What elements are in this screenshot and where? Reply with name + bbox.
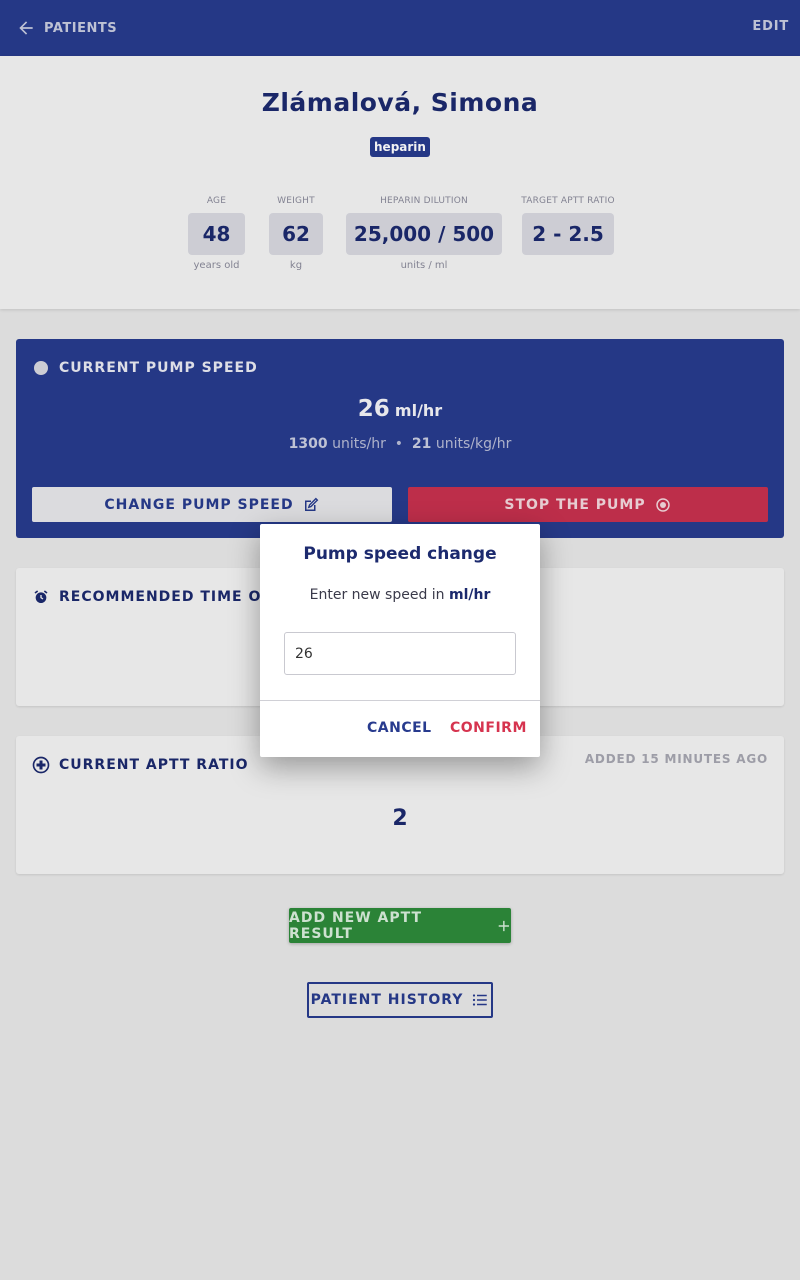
- dialog-message-unit: ml/hr: [449, 587, 491, 603]
- dialog-divider: [260, 700, 540, 701]
- confirm-button[interactable]: CONFIRM: [450, 720, 527, 736]
- new-speed-input[interactable]: [284, 632, 516, 675]
- dialog-message-prefix: Enter new speed in: [309, 587, 445, 603]
- dialog-title: Pump speed change: [303, 544, 497, 564]
- dialog-message: Enter new speed in ml/hr: [260, 587, 540, 603]
- cancel-button[interactable]: CANCEL: [367, 720, 432, 736]
